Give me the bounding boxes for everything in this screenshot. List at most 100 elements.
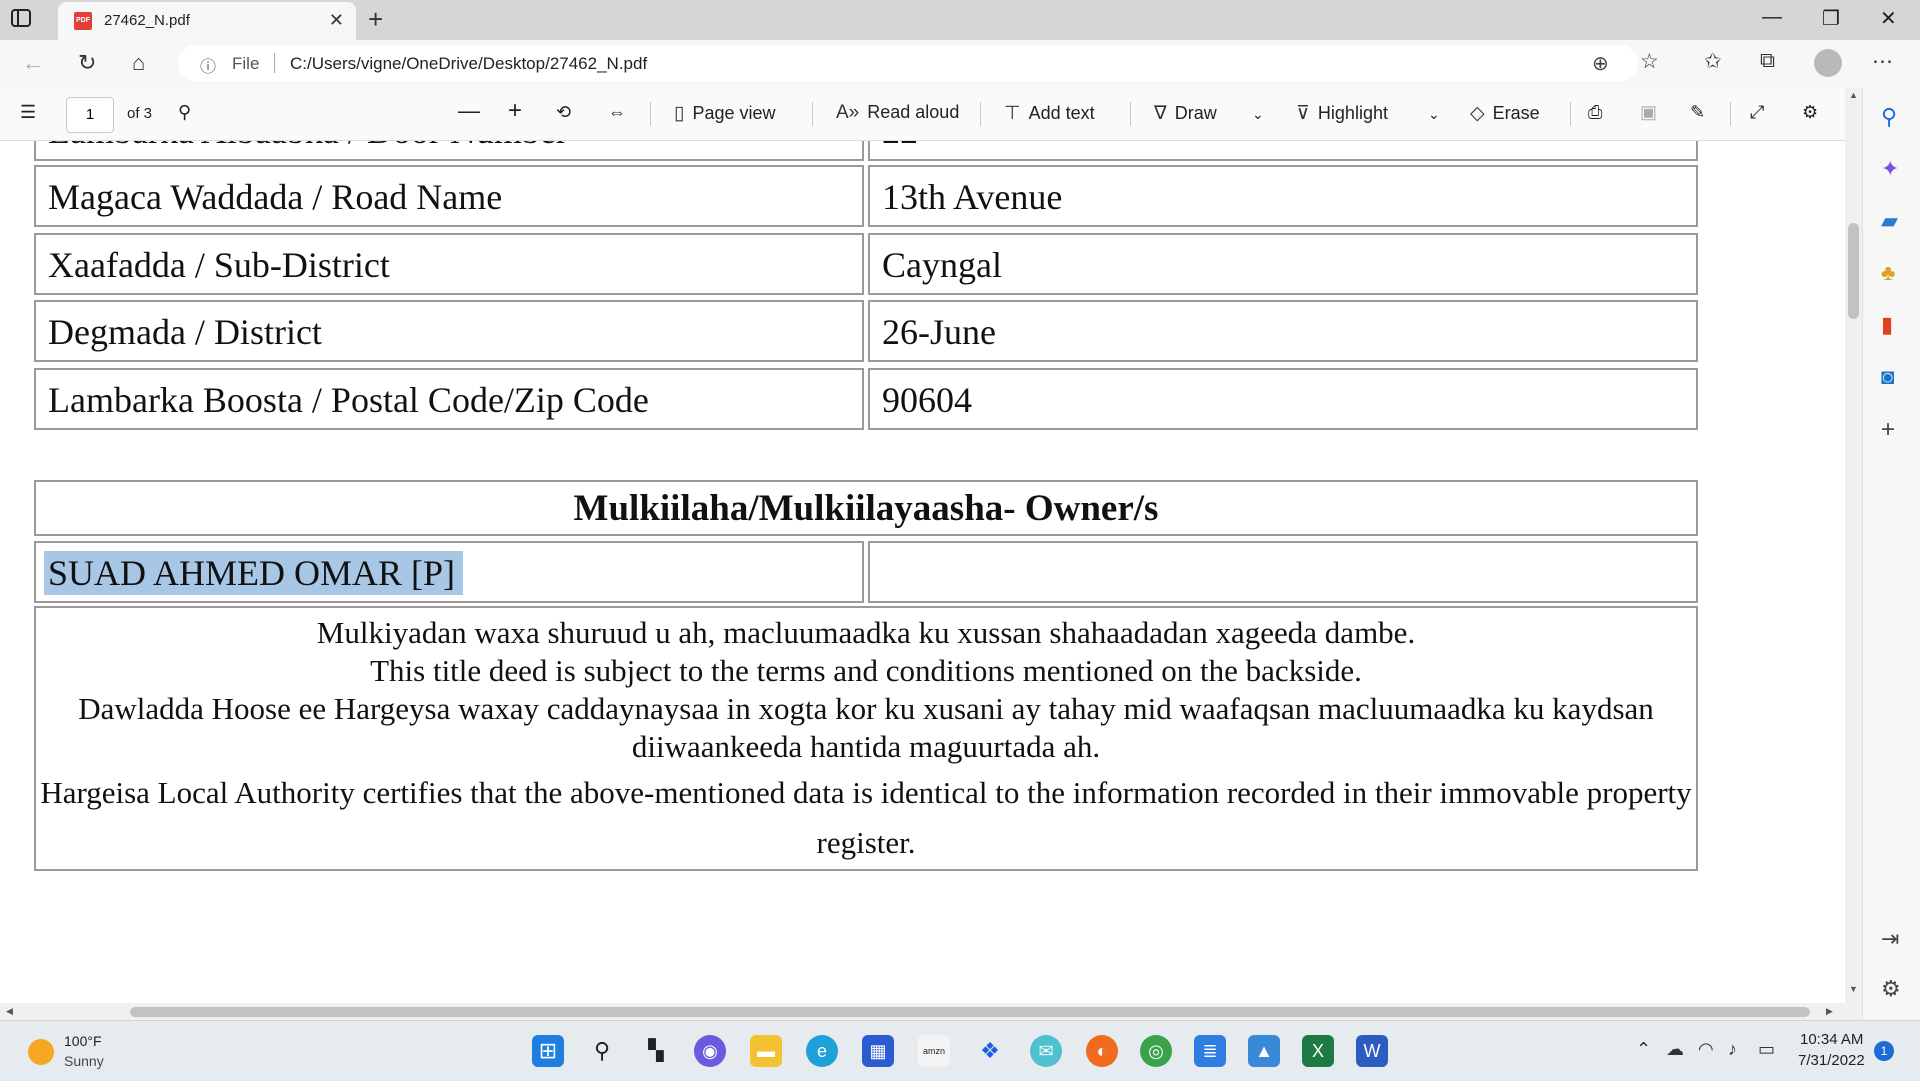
favorites-icon[interactable]: ✩ (1704, 49, 1722, 74)
profile-avatar[interactable] (1814, 49, 1842, 77)
sidebar-search-icon[interactable]: ⚲ (1881, 104, 1897, 130)
fullscreen-icon[interactable]: ⤢ (1750, 102, 1764, 123)
highlight-options-chevron-icon[interactable]: ⌄ (1428, 106, 1440, 123)
district-label: Degmada / District (34, 300, 864, 362)
wifi-icon[interactable]: ◠ (1698, 1039, 1714, 1060)
find-icon[interactable]: ⚲ (178, 102, 191, 123)
zoom-out-icon[interactable]: — (458, 98, 480, 124)
scroll-down-icon[interactable]: ▼ (1849, 984, 1858, 994)
sidebar-settings-icon[interactable]: ⚙ (1881, 976, 1901, 1002)
word-icon[interactable]: W (1356, 1035, 1388, 1067)
horizontal-scrollbar[interactable]: ◀ ▶ (0, 1003, 1862, 1020)
teams-chat-icon[interactable]: ◉ (694, 1035, 726, 1067)
add-text-label: Add text (1028, 103, 1095, 123)
page-number-input[interactable]: 1 (66, 97, 114, 133)
tab-actions-icon[interactable] (10, 8, 50, 32)
chrome-icon[interactable]: ◎ (1140, 1035, 1172, 1067)
volume-icon[interactable]: ♪ (1728, 1039, 1737, 1060)
weather-description[interactable]: Sunny (64, 1053, 104, 1069)
pdf-file-icon: PDF (74, 12, 92, 30)
clock-date[interactable]: 7/31/2022 (1798, 1052, 1865, 1069)
table-row: Lambarka Albaabka / Door Number 22 (34, 141, 1698, 161)
excel-icon[interactable]: X (1302, 1035, 1334, 1067)
microsoft-store-icon[interactable]: ▦ (862, 1035, 894, 1067)
collections-icon[interactable]: ⧉ (1760, 49, 1775, 73)
pdf-viewer[interactable]: Lambarka Albaabka / Door Number 22 Magac… (0, 141, 1845, 1003)
sidebar-copilot-icon[interactable]: ✦ (1881, 156, 1899, 182)
back-icon[interactable]: ← (22, 50, 44, 76)
draw-icon: ∇ (1154, 103, 1167, 124)
terms-line-english-1: This title deed is subject to the terms … (370, 653, 1362, 688)
save-as-icon[interactable]: ✎ (1690, 102, 1705, 123)
onedrive-cloud-icon[interactable]: ☁ (1666, 1039, 1684, 1060)
start-windows-icon[interactable]: ⊞ (532, 1035, 564, 1067)
dropbox-icon[interactable]: ❖ (974, 1035, 1006, 1067)
sub-district-label: Xaafadda / Sub-District (34, 233, 864, 295)
draw-options-chevron-icon[interactable]: ⌄ (1252, 106, 1264, 123)
task-view-icon[interactable]: ▚ (640, 1035, 672, 1067)
vertical-scroll-thumb[interactable] (1848, 223, 1859, 319)
sidebar-tools-icon[interactable]: ▰ (1881, 208, 1898, 234)
scroll-right-icon[interactable]: ▶ (1826, 1006, 1833, 1017)
tab-bar: PDF 27462_N.pdf ✕ + — ❐ ✕ (0, 0, 1920, 40)
save-icon[interactable]: ▣ (1640, 102, 1657, 123)
table-row: Lambarka Boosta / Postal Code/Zip Code 9… (34, 368, 1698, 430)
taskbar-search-icon[interactable]: ⚲ (586, 1035, 618, 1067)
draw-button[interactable]: ∇ Draw (1154, 102, 1217, 125)
url-text[interactable]: C:/Users/vigne/OneDrive/Desktop/27462_N.… (290, 54, 647, 74)
notification-badge[interactable]: 1 (1874, 1041, 1894, 1061)
browser-tab[interactable]: PDF 27462_N.pdf ✕ (58, 2, 356, 40)
erase-button[interactable]: ◇ Erase (1470, 102, 1540, 125)
add-text-button[interactable]: ⊤ Add text (1004, 102, 1095, 125)
sidebar-add-icon[interactable]: + (1881, 416, 1895, 444)
favorite-add-icon[interactable]: ☆ (1640, 49, 1659, 74)
toolbar-separator (1730, 102, 1731, 126)
restore-icon[interactable]: ❐ (1822, 6, 1840, 31)
notepad-icon[interactable]: ≣ (1194, 1035, 1226, 1067)
tab-close-icon[interactable]: ✕ (329, 10, 344, 31)
rotate-icon[interactable]: ⟲ (556, 102, 571, 123)
battery-icon[interactable]: ▭ (1758, 1039, 1775, 1060)
url-bar[interactable]: ⓘ File C:/Users/vigne/OneDrive/Desktop/2… (178, 45, 1638, 81)
sidebar-office-icon[interactable]: ▮ (1881, 312, 1893, 338)
fit-width-icon[interactable]: ⇔ (608, 102, 626, 123)
windows-taskbar: 100°F Sunny ⊞ ⚲ ▚ ◉ ▬ e ▦ amzn ❖ ✉ ◐ ◎ ≣… (0, 1020, 1920, 1081)
edge-browser-icon[interactable]: e (806, 1035, 838, 1067)
scroll-up-icon[interactable]: ▲ (1849, 90, 1858, 100)
sidebar-hide-icon[interactable]: ⇥ (1881, 926, 1899, 952)
horizontal-scroll-thumb[interactable] (130, 1007, 1810, 1017)
new-tab-icon[interactable]: + (368, 4, 383, 35)
table-of-contents-icon[interactable]: ☰ (20, 102, 36, 123)
clock-time[interactable]: 10:34 AM (1800, 1031, 1863, 1048)
mail-app-icon[interactable]: ✉ (1030, 1035, 1062, 1067)
scroll-left-icon[interactable]: ◀ (6, 1006, 13, 1017)
district-value: 26-June (868, 300, 1698, 362)
sidebar-games-icon[interactable]: ♣ (1881, 260, 1895, 286)
minimize-icon[interactable]: — (1762, 6, 1782, 29)
window-close-icon[interactable]: ✕ (1880, 6, 1897, 31)
owner-name[interactable]: SUAD AHMED OMAR [P] (44, 551, 464, 595)
sidebar-outlook-icon[interactable]: ◙ (1881, 364, 1894, 390)
info-icon[interactable]: ⓘ (200, 53, 216, 77)
home-icon[interactable]: ⌂ (132, 50, 145, 76)
tab-title: 27462_N.pdf (104, 12, 190, 29)
photos-icon[interactable]: ▲ (1248, 1035, 1280, 1067)
postal-code-label: Lambarka Boosta / Postal Code/Zip Code (34, 368, 864, 430)
firefox-icon[interactable]: ◐ (1086, 1035, 1118, 1067)
weather-sun-icon[interactable] (28, 1039, 54, 1065)
pdf-settings-icon[interactable]: ⚙ (1802, 102, 1818, 123)
file-explorer-icon[interactable]: ▬ (750, 1035, 782, 1067)
page-view-button[interactable]: ▯ Page view (674, 102, 776, 125)
refresh-icon[interactable]: ↻ (78, 50, 96, 76)
pdf-toolbar: ☰ 1 of 3 ⚲ — + ⟲ ⇔ ▯ Page view A» Read alo… (0, 88, 1862, 141)
tray-overflow-chevron-icon[interactable]: ⌃ (1636, 1039, 1651, 1060)
zoom-icon[interactable]: ⊕ (1592, 51, 1609, 76)
more-menu-icon[interactable]: ⋯ (1872, 49, 1893, 74)
print-icon[interactable]: ⎙ (1588, 102, 1602, 123)
highlight-button[interactable]: ⊽ Highlight (1296, 102, 1388, 125)
read-aloud-button[interactable]: A» Read aloud (836, 102, 959, 124)
weather-temperature[interactable]: 100°F (64, 1033, 102, 1049)
amazon-icon[interactable]: amzn (918, 1035, 950, 1067)
zoom-in-icon[interactable]: + (508, 97, 522, 125)
vertical-scrollbar[interactable]: ▲ ▼ (1845, 88, 1862, 1003)
